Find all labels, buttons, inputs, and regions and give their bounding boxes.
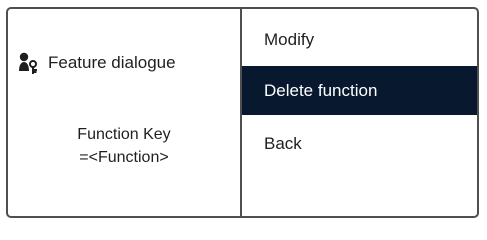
menu-item-delete-function[interactable]: Delete function [242,66,477,115]
dialog-title-row: Feature dialogue [16,51,176,75]
feature-dialogue-window: Feature dialogue Function Key =<Function… [6,7,479,218]
dialog-title: Feature dialogue [48,53,176,72]
dialog-menu: Modify Delete function Back [242,9,477,216]
menu-item-label: Back [264,133,302,153]
dialog-info-pane: Feature dialogue Function Key =<Function… [8,9,242,216]
menu-item-back[interactable]: Back [242,119,477,168]
menu-item-label: Modify [264,29,315,49]
function-key-value: =<Function> [79,149,169,166]
menu-item-modify[interactable]: Modify [242,15,477,64]
function-key-label: Function Key [77,126,171,143]
person-key-icon [19,52,37,74]
function-key-info: Function Key =<Function> [8,123,240,169]
menu-item-label: Delete function [264,80,378,100]
